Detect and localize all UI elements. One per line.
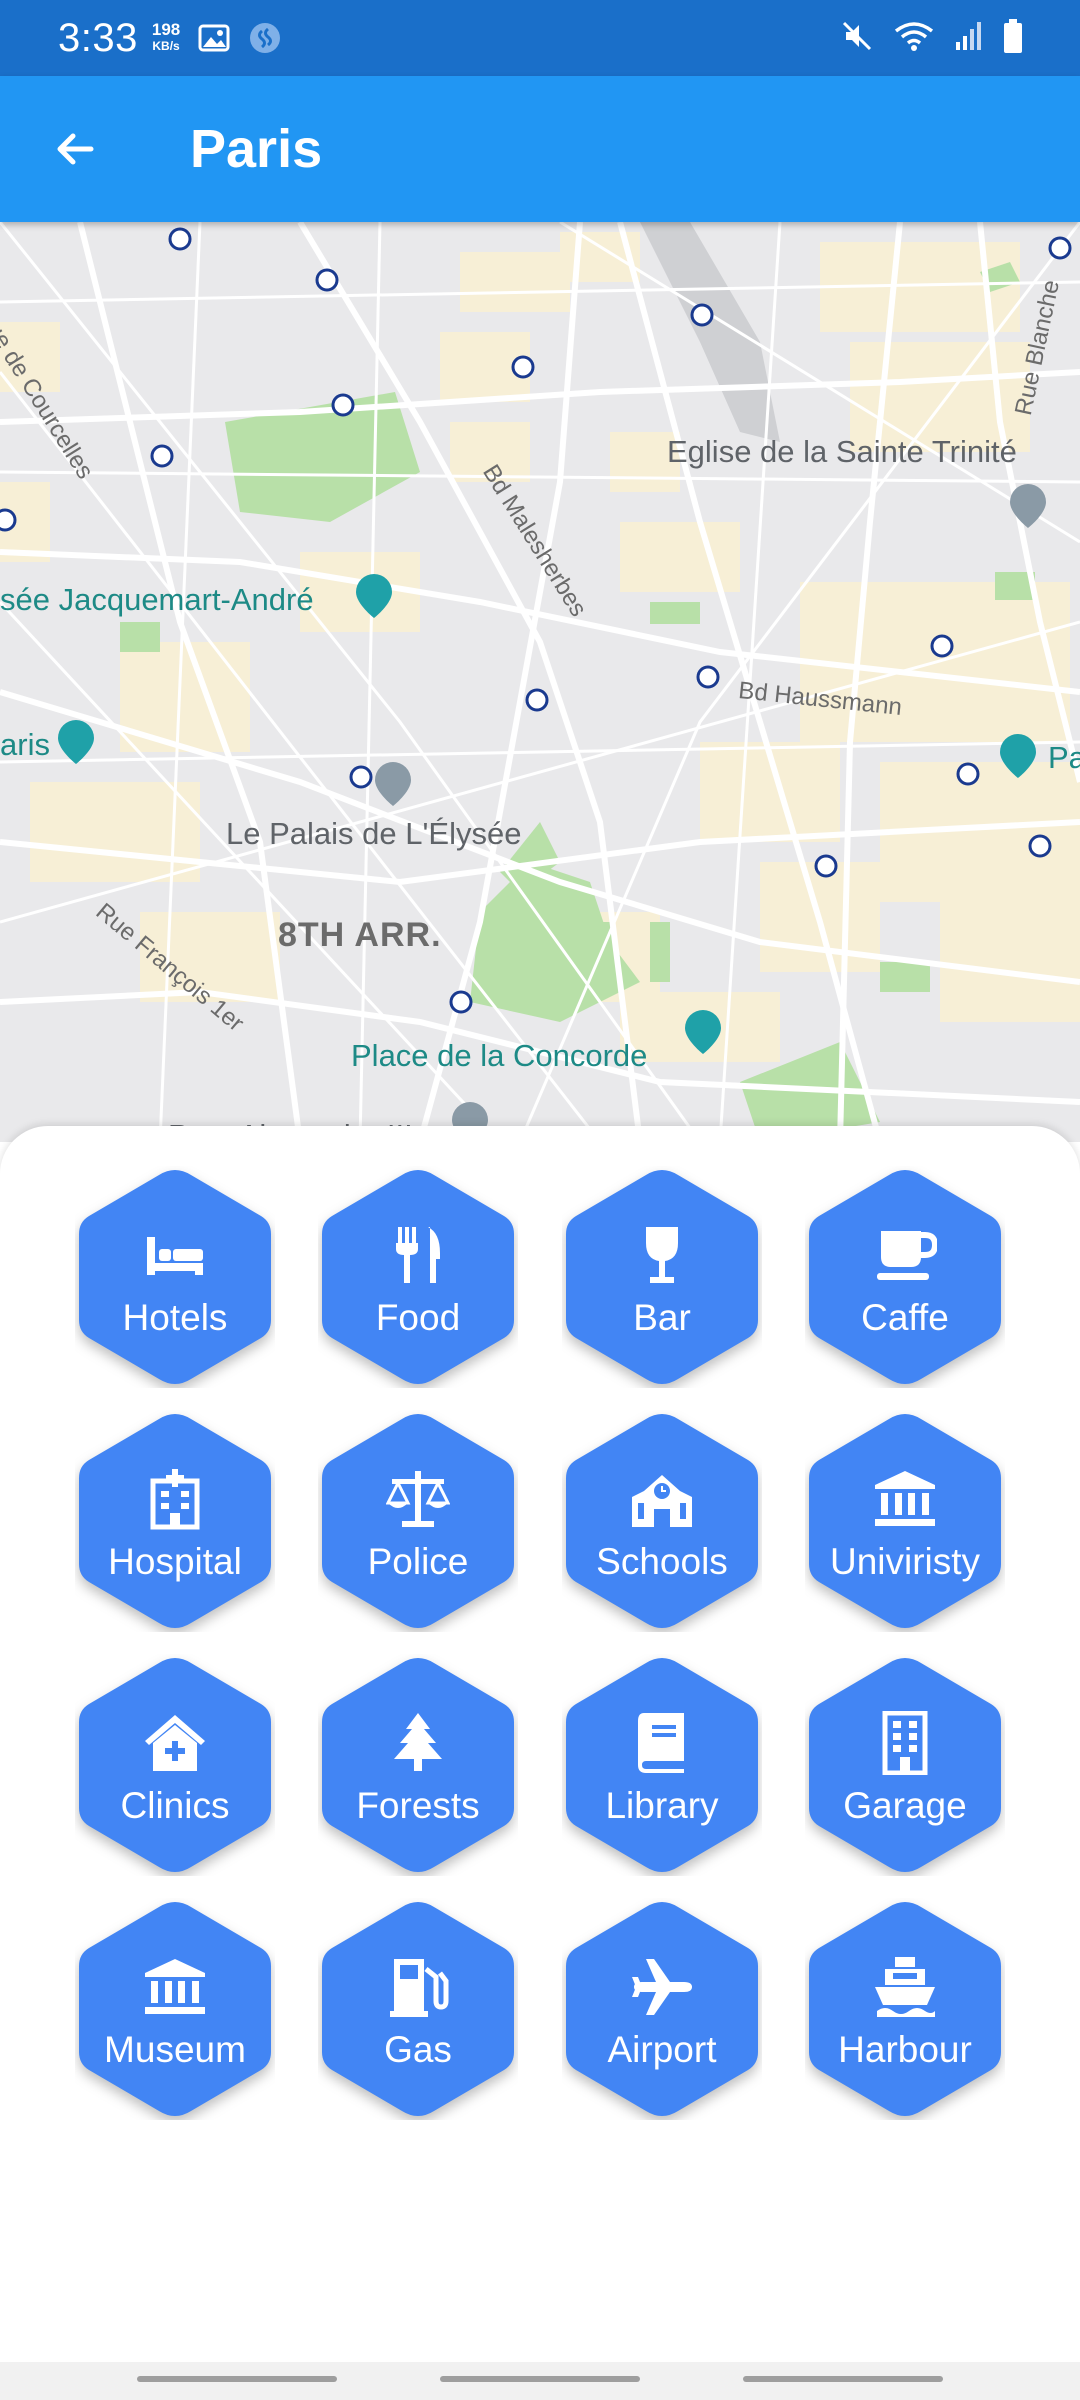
map-label-jacquemart: sée Jacquemart-André: [0, 582, 314, 617]
category-hotels[interactable]: Hotels: [75, 1166, 275, 1388]
category-caffe[interactable]: Caffe: [805, 1166, 1005, 1388]
plane-icon: [632, 1959, 692, 2015]
museum-icon: [145, 1959, 205, 2014]
fork-knife-icon: [396, 1227, 440, 1283]
category-museum[interactable]: Museum: [75, 1898, 275, 2120]
bed-icon: [147, 1237, 203, 1275]
app-bar: Paris: [0, 76, 1080, 222]
category-schools[interactable]: Schools: [562, 1410, 762, 1632]
category-label: Hotels: [122, 1297, 228, 1338]
category-label: Library: [605, 1785, 719, 1826]
category-univiristy[interactable]: Univiristy: [805, 1410, 1005, 1632]
category-label: Airport: [607, 2029, 717, 2070]
shazam-icon: [248, 21, 282, 55]
ship-icon: [875, 1957, 935, 2017]
network-speed: 198 KB/s: [151, 20, 181, 54]
status-time: 3:33: [58, 15, 138, 60]
wifi-icon: [892, 19, 936, 58]
category-label: Univiristy: [829, 1541, 981, 1582]
battery-icon: [1002, 18, 1024, 59]
category-label: Food: [375, 1297, 461, 1338]
page-title: Paris: [190, 119, 323, 179]
map-label-concorde: Place de la Concorde: [351, 1038, 648, 1073]
category-food[interactable]: Food: [318, 1166, 518, 1388]
category-hospital[interactable]: Hospital: [75, 1410, 275, 1632]
category-label: Bar: [633, 1297, 691, 1338]
book-icon: [638, 1713, 684, 1773]
map-label-eglise: Eglise de la Sainte Trinité: [667, 434, 1017, 469]
university-icon: [875, 1471, 935, 1526]
map-view[interactable]: Rue de Courcelles Bd Malesherbes Rue Bla…: [0, 222, 1080, 1142]
arrow-left-icon: [57, 133, 94, 165]
gas-pump-icon: [390, 1959, 449, 2017]
category-label: Museum: [104, 2029, 246, 2070]
category-sheet: Hotels Food Bar Caffe Hospital Police Sc…: [0, 1126, 1080, 2362]
map-label-aris: aris: [0, 727, 50, 762]
map-background: [0, 222, 1080, 1142]
wine-glass-icon: [646, 1227, 678, 1283]
image-icon: [198, 23, 230, 53]
building-icon: [882, 1711, 928, 1775]
category-label: Hospital: [108, 1541, 242, 1582]
category-garage[interactable]: Garage: [805, 1654, 1005, 1876]
category-police[interactable]: Police: [318, 1410, 518, 1632]
category-library[interactable]: Library: [562, 1654, 762, 1876]
scales-icon: [386, 1471, 450, 1527]
network-speed-value: 198: [151, 20, 181, 39]
category-bar[interactable]: Bar: [562, 1166, 762, 1388]
back-button[interactable]: [40, 114, 110, 184]
map-label-palais: Le Palais de L'Élysée: [226, 816, 522, 851]
system-nav-bar: [0, 2362, 1080, 2400]
map-label-pa: Pa: [1048, 740, 1080, 775]
category-label: Garage: [843, 1785, 967, 1826]
nav-home-button[interactable]: [440, 2376, 640, 2382]
mute-icon: [840, 19, 874, 58]
hospital-icon: [150, 1469, 200, 1530]
coffee-cup-icon: [877, 1231, 937, 1280]
category-label: Schools: [596, 1541, 728, 1582]
network-speed-unit: KB/s: [152, 39, 180, 53]
clinic-house-icon: [145, 1715, 205, 1771]
category-gas[interactable]: Gas: [318, 1898, 518, 2120]
status-bar: 3:33 198 KB/s: [0, 0, 1080, 76]
signal-icon: [954, 20, 984, 57]
category-label: Clinics: [120, 1785, 230, 1826]
category-clinics[interactable]: Clinics: [75, 1654, 275, 1876]
category-forests[interactable]: Forests: [318, 1654, 518, 1876]
category-label: Caffe: [861, 1297, 949, 1338]
category-airport[interactable]: Airport: [562, 1898, 762, 2120]
nav-back-button[interactable]: [743, 2376, 943, 2382]
nav-recents-button[interactable]: [137, 2376, 337, 2382]
category-label: Gas: [384, 2029, 452, 2070]
category-label: Harbour: [838, 2029, 972, 2070]
map-label-8th-arr: 8TH ARR.: [278, 916, 442, 954]
category-label: Forests: [356, 1785, 480, 1826]
tree-icon: [394, 1713, 442, 1771]
category-label: Police: [367, 1541, 469, 1582]
school-icon: [632, 1475, 692, 1527]
category-harbour[interactable]: Harbour: [805, 1898, 1005, 2120]
